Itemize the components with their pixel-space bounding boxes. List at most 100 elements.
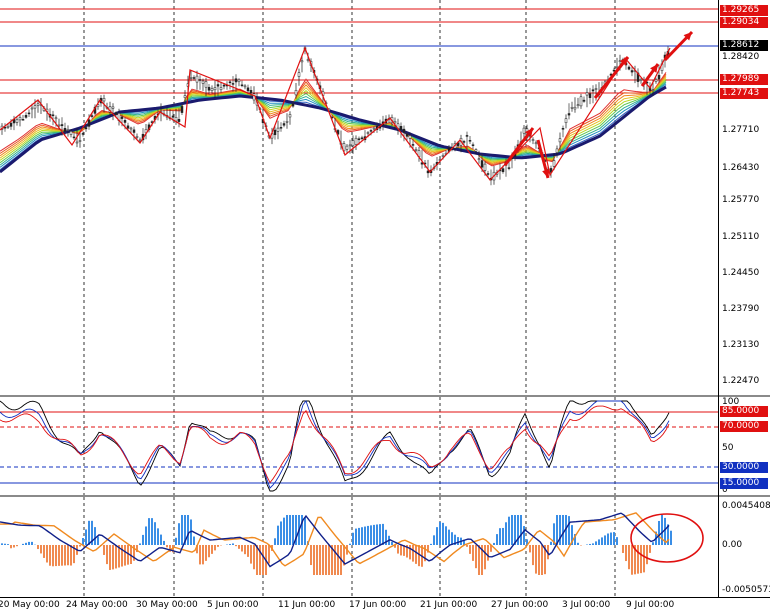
macd-histogram-bar: [493, 542, 495, 545]
candle-body: [468, 140, 472, 142]
candle-body: [222, 84, 226, 87]
candle-body: [480, 160, 484, 168]
macd-histogram-bar: [310, 545, 312, 566]
candle-body: [477, 158, 481, 160]
price-tick: 1.23790: [722, 304, 760, 314]
macd-histogram-bar: [277, 525, 279, 545]
macd-histogram-bar: [523, 526, 525, 545]
macd-histogram-bar: [607, 533, 609, 545]
candle-body: [486, 173, 490, 175]
macd-histogram-bar: [496, 534, 498, 545]
macd-histogram-bar: [322, 545, 324, 575]
time-label: 27 Jun 00:00: [491, 600, 549, 610]
candle-body: [210, 88, 214, 91]
candle-body: [291, 103, 295, 107]
candle-body: [414, 149, 418, 151]
macd-histogram-bar: [139, 543, 141, 545]
candle-body: [348, 144, 352, 147]
time-label: 17 Jun 00:00: [349, 600, 407, 610]
macd-histogram-bar: [235, 545, 237, 547]
macd-histogram-bar: [316, 545, 318, 575]
macd-histogram-bar: [556, 515, 558, 545]
time-label: 21 Jun 00:00: [420, 600, 478, 610]
oscillator-panel[interactable]: [0, 397, 718, 495]
candle-body: [522, 127, 526, 134]
candle-body: [192, 77, 196, 79]
macd-histogram-bar: [649, 545, 651, 553]
macd-histogram-bar: [643, 545, 645, 573]
candle-body: [399, 126, 403, 130]
macd-histogram-bar: [166, 545, 168, 548]
candle-body: [27, 112, 31, 115]
macd-histogram-bar: [79, 545, 81, 547]
candle-body: [507, 167, 511, 169]
macd-tick: 0.0045408: [722, 501, 770, 511]
time-label: 20 May 00:00: [0, 600, 60, 610]
macd-histogram-bar: [247, 545, 249, 557]
time-label: 5 Jun 00:00: [207, 600, 259, 610]
price-tick: 1.25110: [722, 232, 760, 242]
macd-histogram-bar: [379, 524, 381, 545]
price-chart-panel[interactable]: [0, 0, 718, 395]
macd-histogram-bar: [373, 524, 375, 545]
macd-histogram-bar: [478, 545, 480, 575]
macd-histogram-bar: [217, 545, 219, 547]
macd-histogram-bar: [193, 536, 195, 545]
candle-body: [612, 69, 616, 72]
macd-histogram-bar: [613, 532, 615, 545]
axis-frame-line: [718, 0, 719, 597]
macd-histogram-bar: [640, 545, 642, 574]
price-level-tag: 1.29034: [720, 17, 768, 28]
candle-body: [171, 115, 175, 118]
candle-body: [573, 106, 577, 110]
candle-body: [78, 140, 82, 142]
candle-body: [555, 148, 559, 153]
macd-histogram-bar: [409, 545, 411, 560]
price-tick: 1.28420: [722, 52, 760, 62]
candle-body: [201, 80, 205, 84]
macd-axis: 0.0045408 0.00 -0.0050573: [718, 497, 770, 597]
candle-body: [75, 141, 79, 144]
macd-histogram-bar: [472, 545, 474, 561]
macd-histogram-bar: [31, 541, 33, 545]
price-tick: 1.24450: [722, 268, 760, 278]
macd-histogram-bar: [262, 545, 264, 575]
macd-histogram-bar: [529, 545, 531, 553]
macd-histogram-bar: [289, 515, 291, 545]
candle-body: [213, 87, 217, 91]
candle-body: [219, 87, 223, 90]
candle-body: [114, 112, 118, 115]
macd-histogram-bar: [568, 516, 570, 545]
macd-histogram-bar: [4, 543, 6, 545]
candle-body: [405, 133, 409, 137]
candle-body: [585, 92, 589, 96]
macd-histogram-bar: [124, 545, 126, 566]
macd-histogram-bar: [55, 545, 57, 567]
candle-body: [60, 124, 64, 127]
candle-body: [285, 121, 289, 123]
macd-histogram-bar: [355, 528, 357, 545]
candle-body: [360, 137, 364, 139]
osc-level-tag: 85.0000: [720, 406, 768, 417]
macd-histogram-bar: [292, 515, 294, 545]
candle-body: [57, 124, 61, 127]
candle-body: [120, 116, 124, 119]
candle-body: [87, 119, 91, 127]
macd-histogram-bar: [670, 530, 672, 545]
macd-histogram-bar: [439, 521, 441, 545]
macd-histogram-bar: [253, 545, 255, 570]
macd-panel[interactable]: [0, 497, 718, 597]
macd-histogram-bar: [85, 529, 87, 545]
osc-level-tag: 70.0000: [720, 421, 768, 432]
candle-body: [249, 90, 253, 94]
macd-histogram-bar: [412, 545, 414, 562]
macd-histogram-bar: [25, 542, 27, 545]
macd-histogram-bar: [244, 545, 246, 555]
candle-body: [591, 89, 595, 92]
macd-histogram-bar: [64, 545, 66, 566]
macd-histogram-bar: [475, 545, 477, 569]
macd-histogram-bar: [436, 527, 438, 545]
macd-histogram-bar: [367, 525, 369, 545]
macd-histogram-bar: [214, 545, 216, 551]
candle-body: [231, 83, 235, 85]
